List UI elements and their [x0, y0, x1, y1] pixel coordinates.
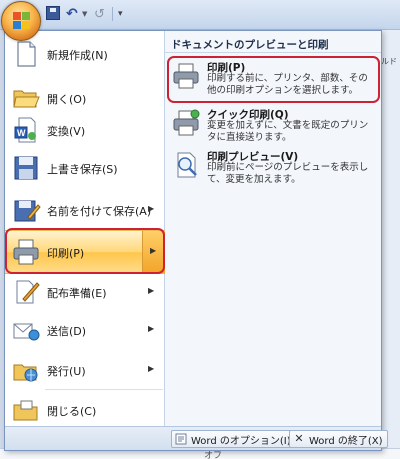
publish-icon [13, 364, 38, 382]
menu-item-label: 配布準備(E) [47, 287, 107, 300]
save-icon[interactable] [46, 6, 60, 20]
toolbar-divider [112, 7, 113, 21]
menu-footer: Word のオプション(I) ✕ Word の終了(X) [5, 426, 388, 450]
menu-item-save-as[interactable]: 名前を付けて保存(A) ▶ [5, 189, 165, 233]
new-document-icon [17, 41, 36, 67]
save-icon [14, 156, 38, 180]
office-logo-icon [13, 12, 31, 30]
submenu-arrow-icon: ▶ [148, 204, 155, 213]
menu-left-pane: 新規作成(N) 開く(O) W 変換(V) 上書き保存(S) 名前を付けて保存(… [5, 31, 165, 426]
menu-item-label: 閉じる(C) [47, 405, 97, 418]
word-options-label: Word のオプション(I) [191, 435, 291, 447]
menu-item-new[interactable]: 新規作成(N) [5, 33, 165, 77]
menu-item-publish[interactable]: 発行(U) ▶ [5, 349, 165, 393]
menu-item-send[interactable]: 送信(D) ▶ [5, 309, 165, 353]
title-bar: ↶ ▼ ↺ ▾ [0, 0, 400, 30]
submenu-header: ドキュメントのプレビューと印刷 [165, 31, 381, 53]
undo-dropdown-icon[interactable]: ▼ [82, 6, 90, 22]
convert-icon: W [14, 117, 36, 143]
quick-print-icon [173, 109, 200, 136]
print-highlight-annotation [5, 228, 165, 274]
menu-item-label: 発行(U) [47, 365, 86, 378]
ribbon-fragment-text: ルド [381, 57, 397, 66]
submenu-item-description: 変更を加えずに、文書を既定のプリンタに直接送ります。 [207, 120, 369, 143]
menu-item-save[interactable]: 上書き保存(S) [5, 147, 165, 191]
options-document-icon [175, 433, 187, 445]
exit-word-button[interactable]: ✕ Word の終了(X) [289, 430, 388, 448]
document-background [380, 30, 400, 459]
submenu-header-text: ドキュメントのプレビューと印刷 [171, 39, 329, 51]
menu-item-label: 送信(D) [47, 325, 87, 338]
office-menu: 新規作成(N) 開く(O) W 変換(V) 上書き保存(S) 名前を付けて保存(… [4, 30, 388, 451]
customize-quick-access-icon[interactable]: ▾ [118, 6, 128, 22]
print-option-highlight-annotation [167, 56, 380, 103]
menu-item-label: 新規作成(N) [47, 49, 108, 62]
menu-item-label: 名前を付けて保存(A) [47, 205, 152, 218]
close-folder-icon [13, 400, 38, 421]
send-icon [13, 323, 40, 341]
word-options-button[interactable]: Word のオプション(I) [171, 430, 296, 448]
menu-item-label: 開く(O) [47, 93, 87, 106]
submenu-item-quick-print[interactable]: クイック印刷(Q) 変更を加えずに、文書を既定のプリンタに直接送ります。 [165, 104, 381, 150]
undo-icon[interactable]: ↶ [66, 6, 82, 22]
prepare-icon [16, 280, 40, 304]
submenu-arrow-icon: ▶ [148, 286, 155, 295]
close-icon: ✕ [294, 432, 304, 445]
save-as-icon [14, 200, 41, 222]
office-button[interactable] [1, 1, 41, 41]
print-preview-icon [177, 152, 197, 178]
redo-icon[interactable]: ↺ [94, 6, 108, 22]
submenu-arrow-icon: ▶ [148, 324, 155, 333]
exit-word-label: Word の終了(X) [309, 435, 383, 447]
submenu-item-print-preview[interactable]: 印刷プレビュー(V) 印刷前にページのプレビューを表示して、変更を加えます。 [165, 146, 381, 192]
menu-item-label: 変換(V) [47, 125, 86, 138]
print-submenu-pane: ドキュメントのプレビューと印刷 印刷(P) 印刷する前に、プリンタ、部数、その他… [165, 31, 381, 426]
svg-text:W: W [17, 128, 26, 138]
menu-item-label: 上書き保存(S) [47, 163, 118, 176]
submenu-arrow-icon: ▶ [148, 364, 155, 373]
submenu-item-description: 印刷前にページのプレビューを表示して、変更を加えます。 [207, 162, 369, 185]
